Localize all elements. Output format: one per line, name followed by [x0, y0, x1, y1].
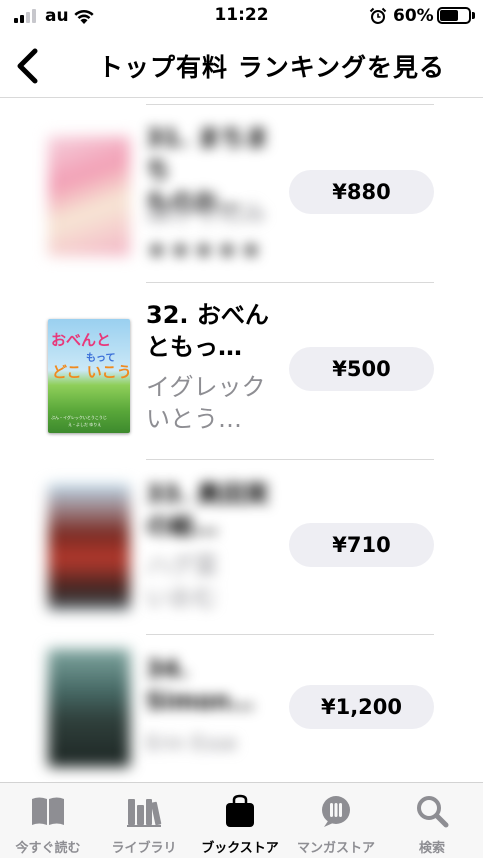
tab-bookstore[interactable]: ブックストア [192, 783, 288, 858]
book-row[interactable]: おべんと もって どこ いこう ぶん・イグレックいとうこうじ え・よしだ ゆりえ… [0, 283, 483, 459]
battery-percentage: 60% [393, 6, 434, 26]
price-button[interactable]: ¥500 [289, 347, 434, 391]
status-bar: au 11:22 60% [0, 0, 483, 36]
book-cover[interactable] [48, 484, 130, 610]
tab-label: ブックストア [201, 841, 279, 856]
back-chevron-icon[interactable] [8, 44, 48, 88]
search-icon [417, 796, 449, 828]
book-author: イグレック いとう… [146, 373, 266, 433]
book-title: 34. Simon… [146, 655, 255, 715]
shopping-bag-icon [226, 794, 254, 827]
book-author: Erin Esse [146, 731, 238, 755]
library-icon [127, 799, 162, 827]
book-title: 33. 奥田実 の絵… [146, 480, 269, 540]
tab-manga-store[interactable]: マンガストア [288, 783, 384, 858]
book-row[interactable]: 31. まちまち ものお… ほげりんみ ★★★★★ ¥880 [0, 106, 483, 282]
price-button[interactable]: ¥1,200 [289, 685, 434, 729]
tab-bar: 今すぐ読む ライブラリ ブックストア マンガストア 検索 [0, 782, 483, 858]
tab-read-now[interactable]: 今すぐ読む [0, 783, 96, 858]
book-author: ハグ菜 いおむ [146, 552, 218, 612]
book-title: 32. おべん ともっ… [146, 301, 269, 361]
price-button[interactable]: ¥710 [289, 523, 434, 567]
book-row[interactable]: 33. 奥田実 の絵… ハグ菜 いおむ ¥710 [0, 460, 483, 634]
battery-icon [437, 7, 471, 24]
book-open-icon [32, 797, 64, 825]
book-author: ほげりんみ [146, 200, 266, 228]
book-cover[interactable] [48, 136, 130, 256]
tab-label: 検索 [418, 841, 445, 856]
tab-search[interactable]: 検索 [384, 783, 480, 858]
book-row[interactable]: 34. Simon… Erin Esse ¥1,200 [0, 635, 483, 782]
price-button[interactable]: ¥880 [289, 170, 434, 214]
manga-store-icon [322, 796, 350, 827]
tab-label: 今すぐ読む [15, 841, 81, 856]
alarm-clock-icon [369, 7, 387, 24]
ranking-list[interactable]: 31. まちまち ものお… ほげりんみ ★★★★★ ¥880 おべんと もって … [0, 98, 483, 782]
navigation-bar: トップ有料 ランキングを見る [0, 36, 483, 98]
row-separator [146, 104, 434, 105]
tab-library[interactable]: ライブラリ [96, 783, 192, 858]
book-cover[interactable] [48, 649, 130, 767]
page-title: トップ有料 ランキングを見る [98, 53, 445, 82]
rating-stars: ★★★★★ [146, 236, 264, 264]
tab-label: ライブラリ [111, 841, 177, 856]
book-cover[interactable]: おべんと もって どこ いこう ぶん・イグレックいとうこうじ え・よしだ ゆりえ [48, 319, 130, 433]
tab-label: マンガストア [296, 841, 375, 856]
